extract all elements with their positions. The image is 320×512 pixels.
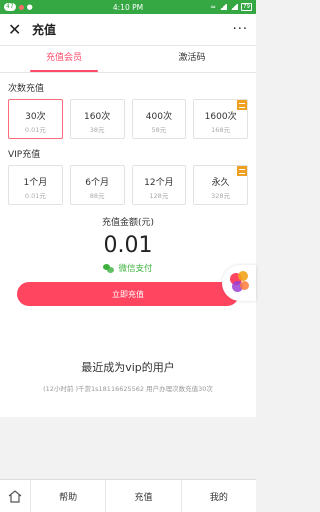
status-bar: 47 ● 4:10 PM ≈ 79	[0, 0, 256, 14]
page-title: 充值	[32, 23, 57, 37]
card-price: 168元	[211, 126, 231, 134]
card-label: 永久	[211, 178, 230, 188]
card-price: 88元	[89, 192, 105, 200]
signal-icon-2	[230, 4, 238, 10]
tab-activation-code[interactable]: 激活码	[128, 46, 256, 72]
tab-bar: 充值会员 激活码	[0, 46, 256, 73]
times-card-1600[interactable]: 1600次 168元	[193, 99, 248, 139]
close-icon[interactable]: ✕	[8, 20, 26, 39]
payment-method[interactable]: 微信支付	[8, 262, 248, 274]
card-label: 400次	[145, 112, 172, 122]
card-label: 6个月	[85, 178, 109, 188]
card-label: 12个月	[144, 178, 174, 188]
times-card-grid: 30次 0.01元 160次 38元 400次 58元 1600次 168元	[8, 99, 248, 139]
signal-icon	[219, 4, 227, 10]
card-price: 0.01元	[24, 126, 46, 134]
recharge-content: 次数充值 30次 0.01元 160次 38元 400次 58元 1600次 1…	[0, 73, 256, 307]
nav-help[interactable]: 帮助	[30, 480, 105, 512]
tab-recharge-member[interactable]: 充值会员	[0, 46, 128, 72]
amount-value: 0.01	[103, 233, 153, 258]
floating-app-logo-icon[interactable]	[222, 265, 256, 301]
more-menu-icon[interactable]: ···	[233, 22, 248, 37]
app-notification-icon	[18, 4, 24, 10]
recommend-badge-icon	[237, 100, 247, 110]
times-section-title: 次数充值	[8, 84, 45, 94]
notification-count: 47	[4, 3, 16, 11]
app-header: ✕ 充值 ···	[0, 14, 256, 46]
recent-vip-section: 最近成为vip的用户 (12小时前 )千赏1s18116625562 用户办理次…	[0, 307, 256, 417]
bottom-nav: 帮助 充值 我的	[0, 479, 256, 512]
recent-vip-entry: (12小时前 )千赏1s18116625562 用户办理次数充值30次	[43, 385, 213, 393]
card-price: 328元	[211, 192, 231, 200]
recharge-now-button[interactable]: 立即充值	[17, 282, 239, 306]
vip-card-grid: 1个月 0.01元 6个月 88元 12个月 128元 永久 328元	[8, 165, 248, 205]
wechat-icon	[103, 263, 115, 273]
times-card-160[interactable]: 160次 38元	[69, 99, 125, 139]
card-label: 30次	[25, 112, 46, 122]
amount-block: 充值金额(元) 0.01 微信支付	[8, 205, 248, 274]
card-label: 160次	[84, 112, 111, 122]
battery-icon: 79	[241, 3, 252, 11]
vip-card-forever[interactable]: 永久 328元	[193, 165, 248, 205]
vip-section-title: VIP充值	[8, 150, 41, 160]
payment-method-label: 微信支付	[118, 264, 153, 274]
card-label: 1个月	[23, 178, 48, 188]
vip-card-12-months[interactable]: 12个月 128元	[131, 165, 187, 205]
recent-vip-title: 最近成为vip的用户	[81, 361, 175, 374]
nav-recharge[interactable]: 充值	[105, 480, 180, 512]
card-price: 58元	[151, 126, 167, 134]
card-price: 0.01元	[24, 192, 46, 200]
times-card-400[interactable]: 400次 58元	[131, 99, 187, 139]
user-icon: ●	[26, 3, 33, 11]
vip-card-6-months[interactable]: 6个月 88元	[69, 165, 125, 205]
clock: 4:10 PM	[112, 2, 144, 12]
card-price: 128元	[149, 192, 169, 200]
card-price: 38元	[89, 126, 105, 134]
wifi-icon: ≈	[210, 3, 216, 11]
nav-mine[interactable]: 我的	[180, 480, 256, 512]
times-card-30[interactable]: 30次 0.01元	[8, 99, 63, 139]
home-icon[interactable]	[0, 480, 30, 512]
recommend-badge-icon	[237, 166, 247, 176]
amount-label: 充值金额(元)	[101, 218, 155, 228]
vip-card-1-month[interactable]: 1个月 0.01元	[8, 165, 63, 205]
card-label: 1600次	[204, 112, 237, 122]
